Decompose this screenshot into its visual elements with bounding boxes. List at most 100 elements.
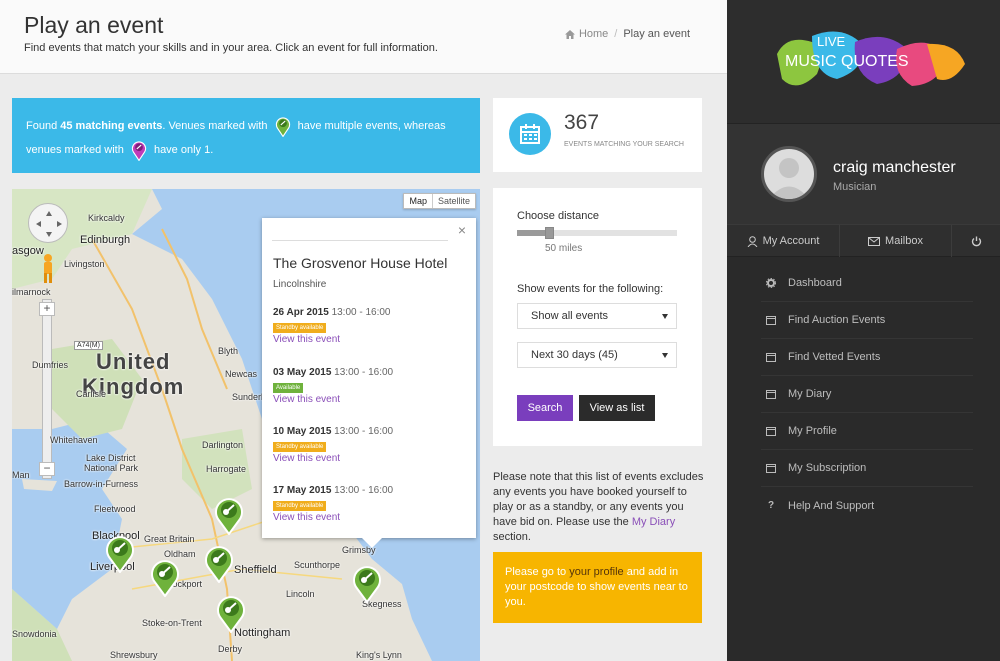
distance-label: Choose distance: [517, 210, 599, 222]
caret-down-icon: [662, 314, 668, 319]
event-type-select[interactable]: Show all events: [517, 303, 677, 329]
user-icon: [747, 235, 757, 247]
breadcrumb: Home / Play an event: [564, 28, 690, 40]
calendar-icon: [766, 316, 776, 325]
map-type-map-button[interactable]: Map: [404, 194, 432, 208]
sidebar-nav: Dashboard Find Auction Events Find Vette…: [761, 265, 973, 524]
popup-venue-region: Lincolnshire: [273, 279, 327, 290]
close-icon[interactable]: ×: [458, 222, 466, 238]
event-date: 03 May 2015: [273, 367, 332, 378]
mailbox-button[interactable]: Mailbox: [840, 225, 952, 257]
calendar-icon: [766, 427, 776, 436]
sidebar-item-find-vetted-events[interactable]: Find Vetted Events: [761, 339, 973, 376]
venue-marker-multi[interactable]: [214, 495, 244, 535]
period-select[interactable]: Next 30 days (45): [517, 342, 677, 368]
sidebar-item-find-auction-events[interactable]: Find Auction Events: [761, 302, 973, 339]
map-label: Lincoln: [286, 589, 315, 599]
sidebar-item-my-diary[interactable]: My Diary: [761, 376, 973, 413]
note-text-after: section.: [493, 531, 531, 543]
logout-button[interactable]: [952, 225, 1000, 257]
venue-marker-multi[interactable]: [204, 543, 234, 583]
your-profile-link[interactable]: your profile: [569, 566, 623, 578]
map-pan-control[interactable]: [28, 203, 68, 243]
sidebar-item-dashboard[interactable]: Dashboard: [761, 265, 973, 302]
street-view-pegman-icon[interactable]: [41, 253, 55, 285]
user-silhouette-icon: [769, 158, 809, 199]
alert-text-before: Please go to: [505, 566, 570, 578]
map-label-country: United: [96, 349, 171, 374]
event-date: 17 May 2015: [273, 485, 332, 496]
sidebar-item-my-subscription[interactable]: My Subscription: [761, 450, 973, 487]
filters-panel: Choose distance 50 miles Show events for…: [493, 188, 702, 446]
sidebar-item-label: Help And Support: [788, 499, 875, 512]
event-type-selected: Show all events: [531, 310, 609, 322]
zoom-out-button[interactable]: −: [39, 462, 55, 476]
venue-marker-multi[interactable]: [150, 557, 180, 597]
map-label: Dumfries: [32, 360, 69, 370]
sidebar-item-label: My Subscription: [788, 462, 867, 474]
map-label: Derby: [218, 644, 243, 654]
map-label: Blyth: [218, 346, 239, 356]
logo-line1: LIVE: [817, 34, 846, 49]
venue-info-popup: × The Grosvenor House Hotel Lincolnshire…: [262, 218, 476, 548]
distance-slider-handle[interactable]: [545, 227, 554, 239]
event-date: 26 Apr 2015: [273, 307, 329, 318]
map-label: Lake District: [86, 453, 136, 463]
map-label: Scunthorpe: [294, 560, 341, 570]
exclusion-note: Please note that this list of events exc…: [493, 470, 705, 545]
map-label: Snowdonia: [12, 629, 57, 639]
view-event-link[interactable]: View this event: [273, 453, 463, 464]
venue-marker-multi[interactable]: [216, 593, 246, 633]
venue-marker-multi[interactable]: [105, 533, 135, 573]
found-mid1: . Venues marked with: [162, 120, 271, 132]
breadcrumb-current: Play an event: [623, 28, 690, 40]
user-profile-card: craig manchester Musician: [727, 124, 1000, 224]
events-count-card: 367 EVENTS MATCHING YOUR SEARCH: [493, 98, 702, 172]
calendar-icon: [509, 113, 551, 155]
venue-marker-multi[interactable]: [352, 563, 382, 603]
home-icon: [564, 29, 575, 39]
event-status-badge: Standby available: [273, 501, 327, 511]
view-as-list-button[interactable]: View as list: [579, 395, 655, 421]
my-diary-link[interactable]: My Diary: [632, 516, 675, 528]
sidebar-item-label: Find Vetted Events: [788, 351, 881, 363]
power-icon: [971, 236, 981, 246]
avatar[interactable]: [761, 146, 817, 202]
map-type-satellite-button[interactable]: Satellite: [431, 194, 475, 208]
breadcrumb-home[interactable]: Home: [564, 28, 609, 40]
event-status-badge: Available: [273, 383, 304, 393]
zoom-in-button[interactable]: +: [39, 302, 55, 316]
map-label: Edinburgh: [80, 234, 131, 246]
map-label: Sheffield: [234, 564, 277, 576]
view-event-link[interactable]: View this event: [273, 394, 463, 405]
sidebar-item-help-and-support[interactable]: ? Help And Support: [761, 487, 973, 524]
distance-slider[interactable]: [517, 227, 677, 239]
sidebar-item-my-profile[interactable]: My Profile: [761, 413, 973, 450]
view-event-link[interactable]: View this event: [273, 512, 463, 523]
sidebar: LIVE MUSIC QUOTES craig manchester Music…: [727, 0, 1000, 661]
map-label: King's Lynn: [356, 650, 402, 660]
single-event-pin-icon: [131, 141, 147, 162]
live-music-quotes-logo[interactable]: LIVE MUSIC QUOTES: [767, 24, 967, 104]
map-label: Fleetwood: [94, 504, 136, 514]
event-date: 10 May 2015: [273, 426, 332, 437]
zoom-slider-rail[interactable]: [42, 299, 52, 479]
sidebar-item-label: Dashboard: [788, 277, 842, 289]
popup-event-item: 03 May 2015 13:00 - 16:00 Available View…: [273, 367, 463, 405]
page-title: Play an event: [24, 12, 164, 38]
map-type-control: Map Satellite: [403, 193, 476, 209]
event-time: 13:00 - 16:00: [334, 485, 394, 496]
breadcrumb-home-label: Home: [578, 28, 609, 40]
my-account-button[interactable]: My Account: [727, 225, 840, 257]
map-label: Sunderl: [232, 392, 264, 402]
popup-divider: [272, 240, 448, 241]
view-event-link[interactable]: View this event: [273, 334, 463, 345]
event-time: 13:00 - 16:00: [334, 426, 394, 437]
profile-postcode-alert: Please go to your profile and add in you…: [493, 552, 702, 623]
calendar-icon: [766, 390, 776, 399]
search-button[interactable]: Search: [517, 395, 573, 421]
distance-value: 50 miles: [545, 243, 583, 254]
event-time: 13:00 - 16:00: [331, 307, 391, 318]
map-label: Darlington: [202, 440, 244, 450]
events-count-number: 367: [564, 111, 600, 134]
